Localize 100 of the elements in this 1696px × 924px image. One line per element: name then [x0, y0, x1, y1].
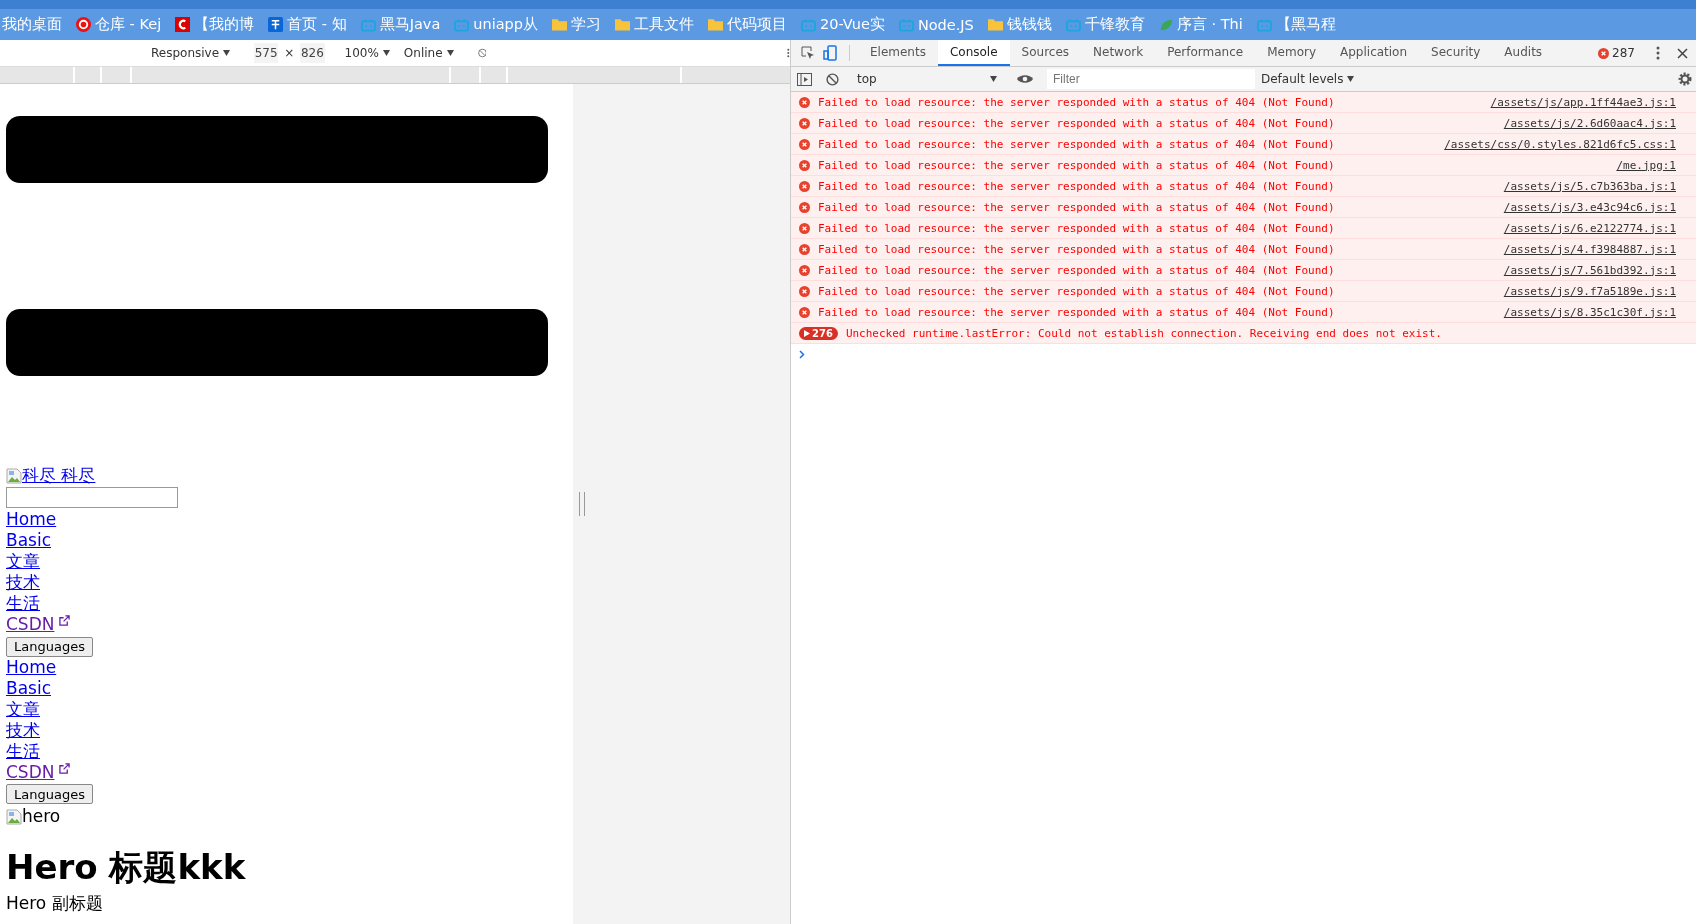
error-message: Failed to load resource: the server responded with a status of 404 (Not Found) — [818, 221, 1336, 235]
image-alt-text: hero — [22, 806, 61, 827]
context-dropdown[interactable]: top — [853, 72, 1001, 86]
caret-icon — [446, 50, 454, 56]
error-icon — [799, 285, 810, 297]
nav-link[interactable]: 技术 — [6, 719, 40, 741]
source-link[interactable]: /assets/css/0.styles.821d6fc5.css:1 — [1444, 137, 1676, 151]
clear-icon[interactable] — [826, 72, 839, 86]
error-icon — [799, 96, 810, 108]
filter-field[interactable]: Filter — [1047, 69, 1255, 89]
error-message: Failed to load resource: the server responded with a status of 404 (Not Found) — [818, 179, 1336, 193]
languages-button[interactable]: Languages — [6, 784, 93, 804]
folder-icon — [552, 18, 567, 31]
nav-link[interactable]: Basic — [6, 530, 51, 551]
source-link[interactable]: /assets/js/3.e43c94c6.js:1 — [1503, 200, 1676, 214]
tv-icon — [801, 17, 816, 32]
broken-image-icon — [6, 808, 22, 825]
source-link[interactable]: /assets/js/8.35c1c30f.js:1 — [1503, 305, 1676, 319]
logo-icon — [175, 17, 191, 32]
nav-link[interactable]: CSDN — [6, 761, 55, 783]
rotate-icon[interactable] — [477, 46, 487, 60]
devtools-tab[interactable]: Security — [1419, 40, 1493, 66]
hero-subtitle: Hero 副标题 — [6, 893, 104, 913]
network-dropdown[interactable]: Online — [399, 44, 458, 62]
external-link-icon — [59, 762, 71, 774]
caret-icon — [382, 50, 390, 56]
nav-link[interactable]: CSDN — [6, 614, 55, 635]
source-link[interactable]: /me.jpg:1 — [1616, 158, 1676, 172]
error-icon — [799, 306, 810, 318]
tv-icon — [1256, 17, 1272, 32]
source-link[interactable]: /assets/js/9.f7a5189e.js:1 — [1503, 284, 1676, 298]
external-link-icon — [59, 615, 71, 626]
caret-icon — [990, 76, 997, 82]
source-link[interactable]: /assets/js/4.f3984887.js:1 — [1503, 242, 1676, 256]
error-icon — [799, 159, 810, 171]
error-icon — [799, 180, 810, 192]
error-message: Failed to load resource: the server responded with a status of 404 (Not Found) — [818, 116, 1336, 130]
error-message: Unchecked runtime.lastError: Could not establish connection. Receiving end does not exist. — [845, 326, 1443, 340]
languages-button[interactable]: Languages — [6, 636, 93, 657]
source-link[interactable]: /assets/js/2.6d60aac4.js:1 — [1503, 116, 1676, 130]
more-icon[interactable] — [787, 46, 790, 60]
resize-handle[interactable] — [579, 492, 585, 516]
devtools-tab[interactable]: Audits — [1492, 40, 1555, 66]
hero-title: Hero 标题kkk — [6, 847, 247, 887]
height-field[interactable]: 826 — [300, 43, 325, 63]
devtools-tab[interactable]: Application — [1328, 40, 1420, 66]
folder-icon — [615, 18, 630, 31]
devtools-tab[interactable]: Sources — [1009, 40, 1082, 66]
nav-link[interactable]: Basic — [6, 677, 51, 699]
error-message: Failed to load resource: the server responded with a status of 404 (Not Found) — [818, 305, 1336, 319]
device-dropdown[interactable]: Responsive — [147, 44, 235, 62]
error-message: Failed to load resource: the server responded with a status of 404 (Not Found) — [818, 242, 1336, 256]
settings-icon[interactable] — [1678, 72, 1692, 86]
logo-icon — [268, 17, 284, 32]
tv-icon — [1065, 17, 1081, 32]
broken-image-icon — [6, 467, 22, 484]
nav-link[interactable]: 技术 — [6, 572, 40, 593]
close-icon[interactable] — [1677, 47, 1688, 59]
devtools-tab[interactable]: Elements — [858, 40, 938, 66]
devtools-tab[interactable]: Console — [937, 40, 1010, 66]
prompt-icon[interactable] — [799, 349, 805, 359]
folder-icon — [987, 18, 1003, 31]
error-message: Failed to load resource: the server responded with a status of 404 (Not Found) — [818, 158, 1336, 172]
nav-link[interactable]: 文章 — [6, 551, 40, 572]
source-link[interactable]: /assets/js/app.1ff44ae3.js:1 — [1490, 95, 1676, 109]
leaf-icon — [1158, 17, 1173, 32]
error-icon — [799, 222, 810, 234]
error-icon — [1598, 47, 1610, 59]
more-icon[interactable] — [1656, 46, 1660, 60]
devtools-tab[interactable]: Memory — [1255, 40, 1328, 66]
error-message: Failed to load resource: the server responded with a status of 404 (Not Found) — [818, 263, 1336, 277]
tv-icon — [360, 17, 376, 32]
devtools-tab[interactable]: Network — [1081, 40, 1156, 66]
levels-dropdown[interactable]: Default levels — [1261, 72, 1355, 86]
logo-link[interactable]: 科尽 科尽 — [6, 465, 96, 486]
nav-link[interactable]: 生活 — [6, 593, 40, 614]
error-icon — [799, 138, 810, 150]
nav-link[interactable]: Home — [6, 656, 57, 678]
folder-icon — [708, 18, 723, 31]
nav-link[interactable]: Home — [6, 509, 57, 530]
repeat-count-badge[interactable]: 276 — [799, 326, 838, 340]
search-field[interactable] — [6, 487, 178, 508]
nav-link[interactable]: 生活 — [6, 740, 40, 762]
eye-icon[interactable] — [1017, 74, 1033, 84]
error-message: Failed to load resource: the server responded with a status of 404 (Not Found) — [818, 284, 1336, 298]
source-link[interactable]: /assets/js/5.c7b363ba.js:1 — [1503, 179, 1676, 193]
tv-icon — [454, 17, 470, 32]
caret-icon — [1347, 76, 1355, 82]
source-link[interactable]: /assets/js/7.561bd392.js:1 — [1503, 263, 1676, 277]
error-icon — [799, 201, 810, 213]
nav-link[interactable]: 文章 — [6, 698, 40, 720]
source-link[interactable]: /assets/js/6.e2122774.js:1 — [1503, 221, 1676, 235]
width-field[interactable]: 575 — [254, 43, 279, 63]
error-message: Failed to load resource: the server responded with a status of 404 (Not Found) — [818, 200, 1336, 214]
dimension-separator: × — [284, 46, 295, 60]
zoom-dropdown[interactable]: 100% — [340, 44, 394, 62]
devtools-tab[interactable]: Performance — [1155, 40, 1256, 66]
error-count[interactable]: 287 — [1612, 46, 1635, 60]
error-message: Failed to load resource: the server responded with a status of 404 (Not Found) — [818, 95, 1336, 109]
sidebar-toggle-icon[interactable] — [797, 72, 812, 86]
